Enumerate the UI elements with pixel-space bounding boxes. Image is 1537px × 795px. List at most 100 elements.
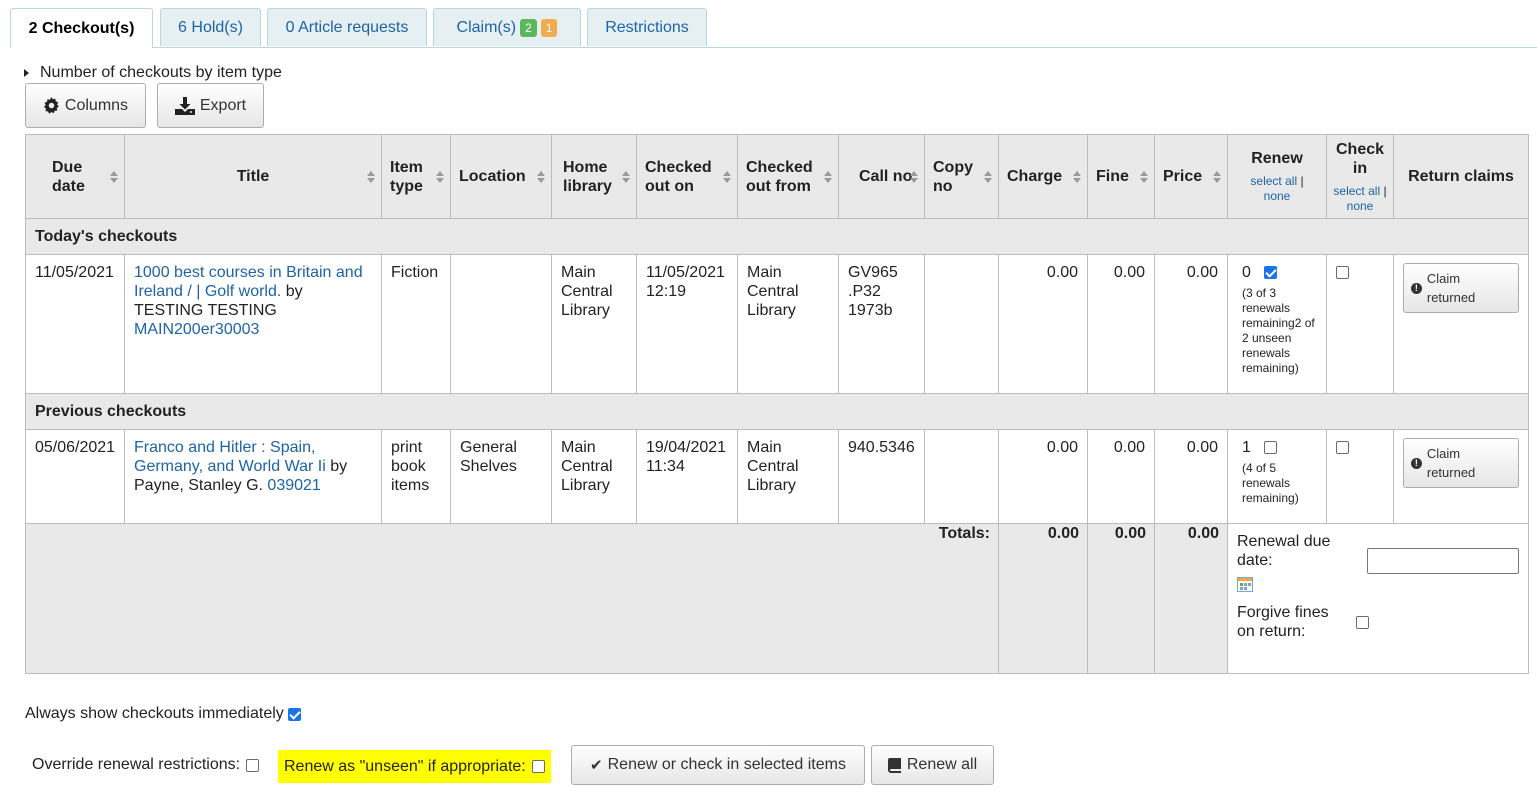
export-button[interactable]: Export xyxy=(157,83,264,128)
download-icon xyxy=(174,96,195,115)
info-icon: ! xyxy=(1411,282,1422,294)
renew-unseen-checkbox[interactable] xyxy=(531,760,545,773)
col-checked-out-from[interactable]: Checked out from xyxy=(737,134,839,219)
col-return-claims: Return claims xyxy=(1393,134,1529,219)
col-check-in-label: Check in xyxy=(1335,140,1385,177)
col-fine[interactable]: Fine xyxy=(1087,134,1155,219)
tab-holds[interactable]: 6 Hold(s) xyxy=(160,8,261,46)
total-charge: 0.00 xyxy=(998,523,1088,674)
call-no-cell: 940.5346 xyxy=(838,429,925,524)
claims-resolved-badge: 1 xyxy=(540,18,558,37)
col-fine-label: Fine xyxy=(1096,168,1129,185)
columns-button[interactable]: Columns xyxy=(25,83,146,128)
claim-returned-label: Claim returned xyxy=(1426,271,1476,305)
renewal-due-date-input[interactable] xyxy=(1367,548,1519,574)
price-cell: 0.00 xyxy=(1154,254,1228,394)
return-claim-cell: ! Claim returned xyxy=(1393,429,1529,524)
checked-out-on-cell: 11/05/2021 12:19 xyxy=(636,254,738,394)
col-due-date[interactable]: Due date xyxy=(25,134,125,219)
checkin-checkbox[interactable] xyxy=(1336,266,1349,280)
renew-cell: 0 (3 of 3 renewals remaining2 of 2 unsee… xyxy=(1227,254,1327,394)
renew-or-checkin-button[interactable]: ✔ Renew or check in selected items xyxy=(571,745,865,785)
group-row-previous: Previous checkouts xyxy=(25,393,1529,430)
forgive-fines-group: Forgive fines on return: xyxy=(1237,603,1519,641)
copy-no-cell xyxy=(924,429,999,524)
checkouts-by-itemtype-label: Number of checkouts by item type xyxy=(40,64,282,81)
claims-unresolved-badge: 2 xyxy=(520,18,537,37)
col-copy-no[interactable]: Copy no xyxy=(924,134,999,219)
group-row-today: Today's checkouts xyxy=(25,218,1529,255)
sort-icon xyxy=(984,170,992,183)
col-copy-no-label: Copy no xyxy=(933,158,973,195)
sort-icon xyxy=(723,170,731,183)
checkouts-by-itemtype-toggle[interactable]: Number of checkouts by item type xyxy=(24,64,282,82)
calendar-icon[interactable] xyxy=(1237,576,1342,597)
barcode-link[interactable]: MAIN200er30003 xyxy=(134,321,259,338)
renew-cell: 1 (4 of 5 renewals remaining) xyxy=(1227,429,1327,524)
tab-checkouts[interactable]: 2 Checkout(s) xyxy=(10,8,153,48)
col-title-label: Title xyxy=(236,168,270,185)
checkin-select-all-link[interactable]: select all xyxy=(1333,184,1380,198)
override-renewal-label: Override renewal restrictions: xyxy=(32,756,241,773)
always-show-checkbox[interactable] xyxy=(287,707,301,721)
renew-select-none-link[interactable]: none xyxy=(1264,189,1291,203)
col-item-type[interactable]: Item type xyxy=(381,134,451,219)
col-price[interactable]: Price xyxy=(1154,134,1228,219)
tab-claims[interactable]: Claim(s) 2 1 xyxy=(433,8,581,46)
copy-no-cell xyxy=(924,254,999,394)
tab-claims-label: Claim(s) xyxy=(456,18,517,36)
barcode-link[interactable]: 039021 xyxy=(267,477,320,494)
col-location[interactable]: Location xyxy=(450,134,552,219)
tab-restrictions[interactable]: Restrictions xyxy=(587,8,707,46)
tab-article-requests[interactable]: 0 Article requests xyxy=(267,8,427,46)
book-icon xyxy=(887,757,901,773)
claim-returned-button[interactable]: ! Claim returned xyxy=(1403,263,1519,313)
renew-checkbox[interactable] xyxy=(1264,266,1278,280)
always-show-group: Always show checkouts immediately xyxy=(25,705,301,723)
col-checked-out-on-label: Checked out on xyxy=(645,158,712,195)
col-checked-out-on[interactable]: Checked out on xyxy=(636,134,738,219)
checkouts-table: Due date Title Item type Location Home l… xyxy=(25,134,1529,674)
checked-out-on-cell: 19/04/2021 11:34 xyxy=(636,429,738,524)
col-price-label: Price xyxy=(1163,168,1203,185)
totals-row: Totals: 0.00 0.00 0.00 Renewal due date:… xyxy=(25,523,1529,674)
tab-restrictions-label: Restrictions xyxy=(605,18,689,36)
col-title[interactable]: Title xyxy=(124,134,382,219)
location-cell xyxy=(450,254,552,394)
title-link[interactable]: Franco and Hitler : Spain, Germany, and … xyxy=(134,439,326,475)
columns-button-label: Columns xyxy=(64,96,129,114)
item-type-cell: Fiction xyxy=(381,254,451,394)
checked-out-from-cell: Main Central Library xyxy=(737,429,839,524)
checkin-select-links: select all | none xyxy=(1331,184,1389,214)
fine-cell: 0.00 xyxy=(1087,254,1155,394)
renewal-due-date-group: Renewal due date: xyxy=(1237,532,1519,597)
title-link[interactable]: 1000 best courses in Britain and Ireland… xyxy=(134,264,363,300)
col-renew-label: Renew xyxy=(1251,150,1303,167)
return-claim-cell: ! Claim returned xyxy=(1393,254,1529,394)
tab-checkouts-label: 2 Checkout(s) xyxy=(28,19,135,37)
forgive-fines-checkbox[interactable] xyxy=(1356,615,1369,629)
checkin-select-none-link[interactable]: none xyxy=(1347,199,1374,213)
col-home-library-label: Home library xyxy=(563,158,612,195)
renewal-due-date-label: Renewal due date: xyxy=(1237,533,1331,569)
author-text: Payne, Stanley G. xyxy=(134,477,263,494)
link-separator: | xyxy=(1300,174,1304,188)
override-renewal-checkbox[interactable] xyxy=(246,758,260,772)
item-type-cell: print book items xyxy=(381,429,451,524)
totals-label: Totals: xyxy=(25,523,999,674)
col-check-in: Check in select all | none xyxy=(1326,134,1394,219)
author-text: TESTING TESTING xyxy=(134,302,277,319)
renew-unseen-group: Renew as "unseen" if appropriate: xyxy=(278,750,551,783)
col-call-no[interactable]: Call no xyxy=(838,134,925,219)
claim-returned-button[interactable]: ! Claim returned xyxy=(1403,438,1519,488)
renew-select-all-link[interactable]: select all xyxy=(1250,174,1297,188)
renew-all-button[interactable]: Renew all xyxy=(871,745,994,785)
checkin-cell xyxy=(1326,429,1394,524)
col-charge[interactable]: Charge xyxy=(998,134,1088,219)
table-row: 11/05/2021 1000 best courses in Britain … xyxy=(25,254,1529,394)
renew-checkbox[interactable] xyxy=(1264,441,1278,455)
override-renewal-group: Override renewal restrictions: xyxy=(32,756,260,774)
col-home-library[interactable]: Home library xyxy=(551,134,637,219)
checkin-checkbox[interactable] xyxy=(1336,441,1349,455)
claim-returned-label: Claim returned xyxy=(1426,446,1476,480)
